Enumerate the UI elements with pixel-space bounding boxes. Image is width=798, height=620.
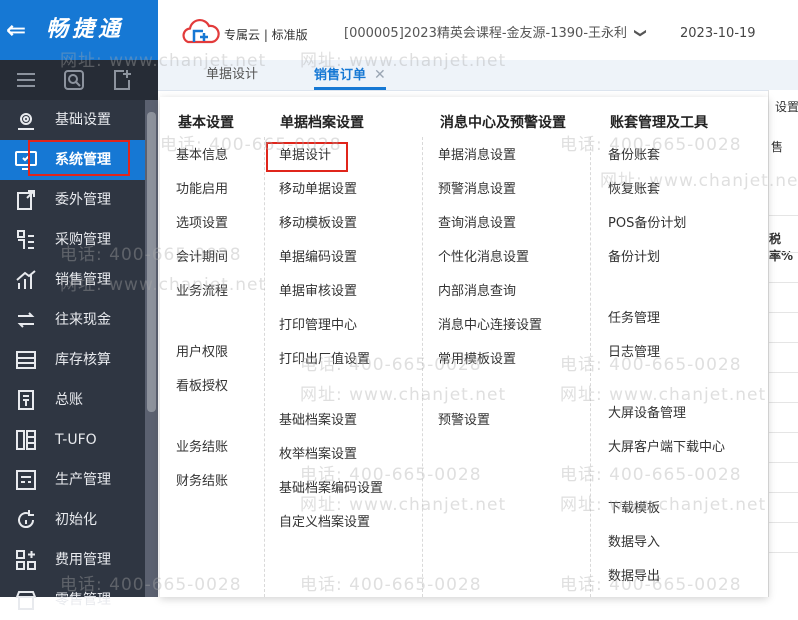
account-selector[interactable]: [000005]2023精英会课程-金友源-1390-王永利 — [344, 25, 627, 43]
scrollbar-thumb[interactable] — [147, 112, 156, 412]
product-edition: 专属云 | 标准版 — [224, 28, 308, 42]
init-icon — [18, 510, 35, 529]
system-management-menu: 基本设置 基本信息 功能启用 选项设置 会计期间 业务流程 用户权限 看板授权 … — [160, 97, 768, 597]
menu-item-document-code[interactable]: 单据编码设置 — [279, 249, 357, 267]
menu-item-log-management[interactable]: 日志管理 — [608, 344, 660, 362]
menu-item-pos-backup-plan[interactable]: POS备份计划 — [608, 215, 686, 233]
expense-icon — [16, 550, 36, 570]
close-icon[interactable]: ✕ — [374, 67, 386, 83]
menu-item-backup-account[interactable]: 备份账套 — [608, 147, 660, 165]
sidebar-scrollbar[interactable] — [145, 100, 158, 597]
sidebar-item-sales[interactable]: 销售管理 — [0, 260, 145, 300]
app-name: 畅捷通 — [46, 17, 125, 42]
menu-item-data-import[interactable]: 数据导入 — [608, 534, 660, 552]
menu-item-task-management[interactable]: 任务管理 — [608, 310, 660, 328]
menu-item-query-message[interactable]: 查询消息设置 — [438, 215, 516, 233]
menu-item-data-export[interactable]: 数据导出 — [608, 568, 660, 586]
sidebar-item-cash[interactable]: 往来现金 — [0, 300, 145, 340]
sidebar-item-purchase[interactable]: 采购管理 — [0, 220, 145, 260]
tab-document-design[interactable]: 单据设计 — [206, 60, 258, 90]
production-icon — [16, 470, 36, 490]
menu-item-options[interactable]: 选项设置 — [176, 215, 228, 233]
menu-item-business-flow[interactable]: 业务流程 — [176, 283, 228, 301]
system-management-highlight — [28, 140, 130, 176]
menu-item-dashboard-auth[interactable]: 看板授权 — [176, 378, 228, 396]
menu-item-business-close[interactable]: 业务结账 — [176, 439, 228, 457]
ledger-icon — [18, 390, 34, 410]
menu-item-internal-message[interactable]: 内部消息查询 — [438, 283, 516, 301]
menu-item-mobile-document[interactable]: 移动单据设置 — [279, 181, 357, 199]
menu-item-alert-settings[interactable]: 预警设置 — [438, 412, 490, 430]
tab-sales-order[interactable]: 销售订单 ✕ — [314, 60, 386, 90]
menu-item-user-permissions[interactable]: 用户权限 — [176, 344, 228, 362]
menu-item-restore-account[interactable]: 恢复账套 — [608, 181, 660, 199]
add-document-icon[interactable] — [110, 68, 134, 92]
menu-item-print-defaults[interactable]: 打印出厂值设置 — [279, 351, 370, 369]
cloud-logo-icon — [182, 19, 220, 44]
menu-item-basic-info[interactable]: 基本信息 — [176, 147, 228, 165]
menu-item-download-template[interactable]: 下载模板 — [608, 500, 660, 518]
menu-item-print-center[interactable]: 打印管理中心 — [279, 317, 357, 335]
menu-item-accounting-period[interactable]: 会计期间 — [176, 249, 228, 267]
top-header: 专属云 | 标准版 [000005]2023精英会课程-金友源-1390-王永利… — [158, 0, 798, 61]
menu-item-screen-client-download[interactable]: 大屏客户端下载中心 — [608, 439, 725, 457]
sidebar-item-retail[interactable]: 零售管理 — [0, 580, 145, 620]
sidebar-item-inventory[interactable]: 库存核算 — [0, 340, 145, 380]
menu-item-document-message[interactable]: 单据消息设置 — [438, 147, 516, 165]
column-title-document-settings: 单据档案设置 — [280, 115, 364, 131]
menu-item-feature-enable[interactable]: 功能启用 — [176, 181, 228, 199]
menu-item-enum-archive[interactable]: 枚举档案设置 — [279, 446, 357, 464]
menu-item-finance-close[interactable]: 财务结账 — [176, 473, 228, 491]
purchase-icon — [17, 230, 34, 249]
column-divider — [590, 137, 591, 597]
menu-item-message-connection[interactable]: 消息中心连接设置 — [438, 317, 542, 335]
menu-item-mobile-template[interactable]: 移动模板设置 — [279, 215, 357, 233]
column-title-account-tools: 账套管理及工具 — [610, 115, 708, 131]
sidebar-item-tufo[interactable]: T-UFO — [0, 420, 145, 460]
sidebar-item-production[interactable]: 生产管理 — [0, 460, 145, 500]
column-divider — [264, 137, 265, 597]
tab-bar: 单据设计 销售订单 ✕ — [158, 60, 798, 91]
report-icon — [16, 430, 36, 450]
brand-bar: ⇐ 畅捷通 — [0, 0, 158, 60]
column-title-basic-settings: 基本设置 — [178, 115, 234, 131]
sidebar-toolbar — [0, 60, 158, 100]
menu-item-basic-archive[interactable]: 基础档案设置 — [279, 412, 357, 430]
menu-item-screen-device[interactable]: 大屏设备管理 — [608, 405, 686, 423]
retail-icon — [15, 591, 37, 610]
document-design-highlight — [266, 142, 348, 172]
sidebar-item-outsourcing[interactable]: 委外管理 — [0, 180, 145, 220]
column-divider — [422, 137, 423, 597]
chevron-down-icon[interactable]: ❯ — [634, 28, 648, 38]
menu-item-backup-plan[interactable]: 备份计划 — [608, 249, 660, 267]
menu-icon[interactable] — [14, 68, 38, 92]
document-out-icon — [17, 190, 35, 210]
sidebar-item-init[interactable]: 初始化 — [0, 500, 145, 540]
warehouse-icon — [16, 351, 36, 369]
login-date: 2023-10-19 — [680, 26, 756, 41]
menu-item-alert-message[interactable]: 预警消息设置 — [438, 181, 516, 199]
menu-item-document-review[interactable]: 单据审核设置 — [279, 283, 357, 301]
column-title-message-center: 消息中心及预警设置 — [440, 115, 566, 131]
sidebar-item-basic-settings[interactable]: 基础设置 — [0, 100, 145, 140]
menu-item-personal-message[interactable]: 个性化消息设置 — [438, 249, 529, 267]
menu-item-common-template[interactable]: 常用模板设置 — [438, 351, 516, 369]
sidebar-nav: 基础设置 系统管理 委外管理 采购管理 销售管理 往来现金 库存核算 总账 T-… — [0, 100, 145, 620]
sidebar-item-expense[interactable]: 费用管理 — [0, 540, 145, 580]
exchange-icon — [17, 312, 35, 328]
background-page: 设置 售 税率% — [768, 90, 798, 597]
chart-up-icon — [16, 270, 36, 289]
menu-item-archive-code[interactable]: 基础档案编码设置 — [279, 480, 383, 498]
menu-item-custom-archive[interactable]: 自定义档案设置 — [279, 514, 370, 532]
sidebar-item-ledger[interactable]: 总账 — [0, 380, 145, 420]
gear-box-icon — [18, 113, 34, 130]
search-icon[interactable] — [62, 68, 86, 92]
back-arrow-icon[interactable]: ⇐ — [6, 16, 26, 44]
